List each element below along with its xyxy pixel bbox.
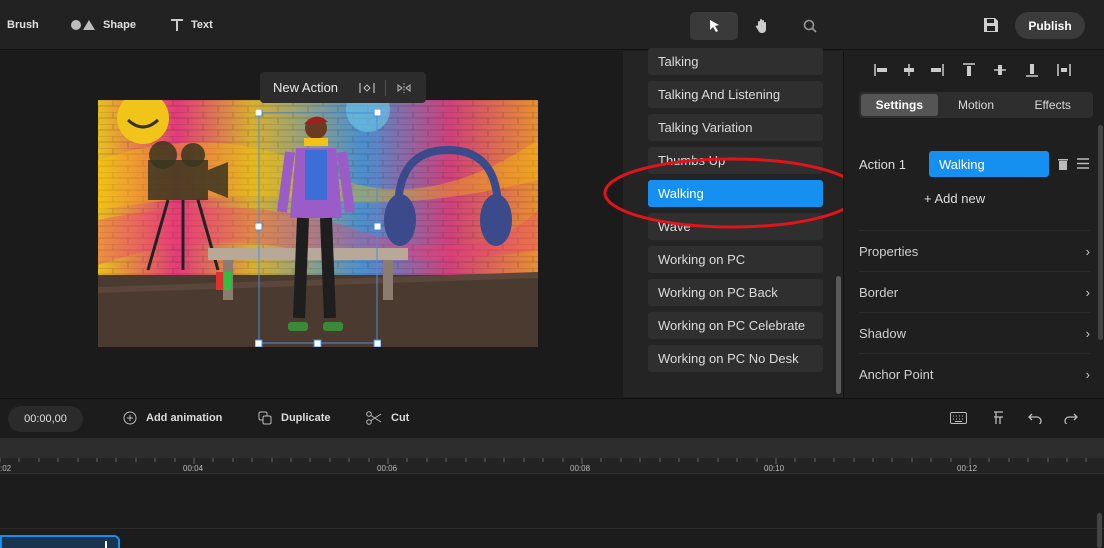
timeline-scroll-band[interactable] (0, 438, 1104, 458)
selection-box[interactable] (255, 109, 381, 347)
align-left-icon[interactable] (873, 62, 889, 78)
tab-settings[interactable]: Settings (861, 94, 938, 116)
align-center-h-icon[interactable] (901, 62, 917, 78)
top-toolbar (0, 0, 1104, 50)
align-bottom-icon[interactable] (1024, 62, 1040, 78)
brush-label: Brush (7, 19, 39, 31)
align-right-icon[interactable] (929, 62, 945, 78)
list-item[interactable]: Working on PC Back (648, 279, 823, 306)
pointer-icon (709, 20, 719, 32)
search-icon (803, 19, 817, 33)
ruler-tick-label: 00:12 (957, 464, 978, 473)
chevron-right-icon: › (1085, 243, 1090, 259)
section-shadow[interactable]: Shadow › (859, 312, 1090, 353)
ruler-tick-label: 00:06 (377, 464, 398, 473)
list-item[interactable]: Working on PC No Desk (648, 345, 823, 372)
brush-tool[interactable]: Brush (7, 0, 39, 50)
list-item[interactable]: Talking (648, 48, 823, 75)
timeline-clip[interactable] (0, 535, 120, 548)
list-item-label: Talking And Listening (658, 87, 781, 102)
list-item[interactable]: Working on PC (648, 246, 823, 273)
tab-motion[interactable]: Motion (938, 94, 1015, 116)
text-tool[interactable]: Text (170, 0, 213, 50)
text-icon (171, 19, 183, 31)
properties-tabs: Settings Motion Effects (859, 92, 1093, 118)
list-item-label: Working on PC No Desk (658, 351, 799, 366)
flip-horizontal-icon[interactable] (359, 82, 375, 94)
hand-tool[interactable] (738, 12, 786, 40)
plus-circle-icon (123, 411, 137, 425)
section-anchor-point[interactable]: Anchor Point › (859, 353, 1090, 394)
list-item-label: Working on PC (658, 252, 746, 267)
ruler-ticks (0, 458, 1087, 464)
duplicate-label: Duplicate (281, 412, 331, 424)
track-divider (0, 528, 1104, 529)
section-label: Border (859, 284, 899, 300)
publish-button[interactable]: Publish (1015, 12, 1085, 39)
cut-button[interactable]: Cut (366, 404, 409, 432)
shape-tool[interactable]: Shape (70, 0, 136, 50)
ruler-tick-label: :02 (0, 464, 12, 473)
action-name-label: New Action (273, 80, 339, 95)
hand-icon (755, 19, 766, 33)
split-icon[interactable] (992, 411, 1004, 425)
list-item-label: Working on PC Celebrate (658, 318, 806, 333)
text-label: Text (191, 19, 213, 31)
chevron-right-icon: › (1085, 366, 1090, 382)
annotation-ellipse (603, 157, 861, 229)
align-center-v-icon[interactable] (992, 62, 1008, 78)
section-label: Properties (859, 243, 919, 259)
section-properties[interactable]: Properties › (859, 230, 1090, 271)
add-animation-button[interactable]: Add animation (123, 404, 222, 432)
chevron-right-icon: › (1085, 284, 1090, 300)
keyboard-icon[interactable] (950, 412, 967, 424)
add-new-action-link[interactable]: + Add new (924, 191, 985, 206)
shape-icon (71, 20, 95, 30)
scissors-icon (366, 411, 382, 425)
timeline-tracks (0, 475, 1104, 548)
list-item-label: Working on PC Back (658, 285, 778, 300)
chevron-right-icon: › (1085, 325, 1090, 341)
save-icon[interactable] (983, 17, 999, 33)
align-top-icon[interactable] (961, 62, 977, 78)
cut-label: Cut (391, 412, 410, 424)
timeline-scrollbar[interactable] (1097, 513, 1102, 548)
ruler-tick-label: 00:08 (570, 464, 591, 473)
action-slot-label: Action 1 (859, 157, 906, 172)
menu-icon[interactable] (1077, 158, 1089, 169)
list-item[interactable]: Working on PC Celebrate (648, 312, 823, 339)
action-toolbar-divider (385, 79, 386, 96)
mode-tools (690, 12, 834, 40)
shape-label: Shape (103, 19, 137, 31)
clip-handle[interactable] (105, 541, 107, 548)
trash-icon[interactable] (1058, 158, 1068, 170)
list-item-label: Talking (658, 54, 699, 69)
section-border[interactable]: Border › (859, 271, 1090, 312)
redo-icon[interactable] (1064, 412, 1078, 424)
list-item[interactable]: Talking Variation (648, 114, 823, 141)
ruler-tick-label: 00:10 (764, 464, 785, 473)
distribute-icon[interactable] (1056, 62, 1072, 78)
list-scrollbar[interactable] (836, 276, 841, 394)
add-animation-label: Add animation (146, 412, 223, 424)
pointer-tool[interactable] (690, 12, 738, 40)
mirror-icon[interactable] (396, 82, 412, 94)
action-value-chip[interactable]: Walking (929, 151, 1049, 177)
section-label: Anchor Point (859, 366, 934, 382)
ruler-tick-label: 00:04 (183, 464, 204, 473)
tab-effects[interactable]: Effects (1014, 94, 1091, 116)
list-item-label: Talking Variation (658, 120, 753, 135)
panel-scrollbar[interactable] (1098, 125, 1103, 340)
search-tool[interactable] (786, 12, 834, 40)
duplicate-button[interactable]: Duplicate (258, 404, 331, 432)
timecode-display[interactable]: 00:00,00 (8, 406, 83, 432)
list-item[interactable]: Talking And Listening (648, 81, 823, 108)
undo-icon[interactable] (1028, 412, 1042, 424)
section-label: Shadow (859, 325, 906, 341)
action-toolbar: New Action (260, 72, 426, 103)
duplicate-icon (258, 411, 272, 425)
